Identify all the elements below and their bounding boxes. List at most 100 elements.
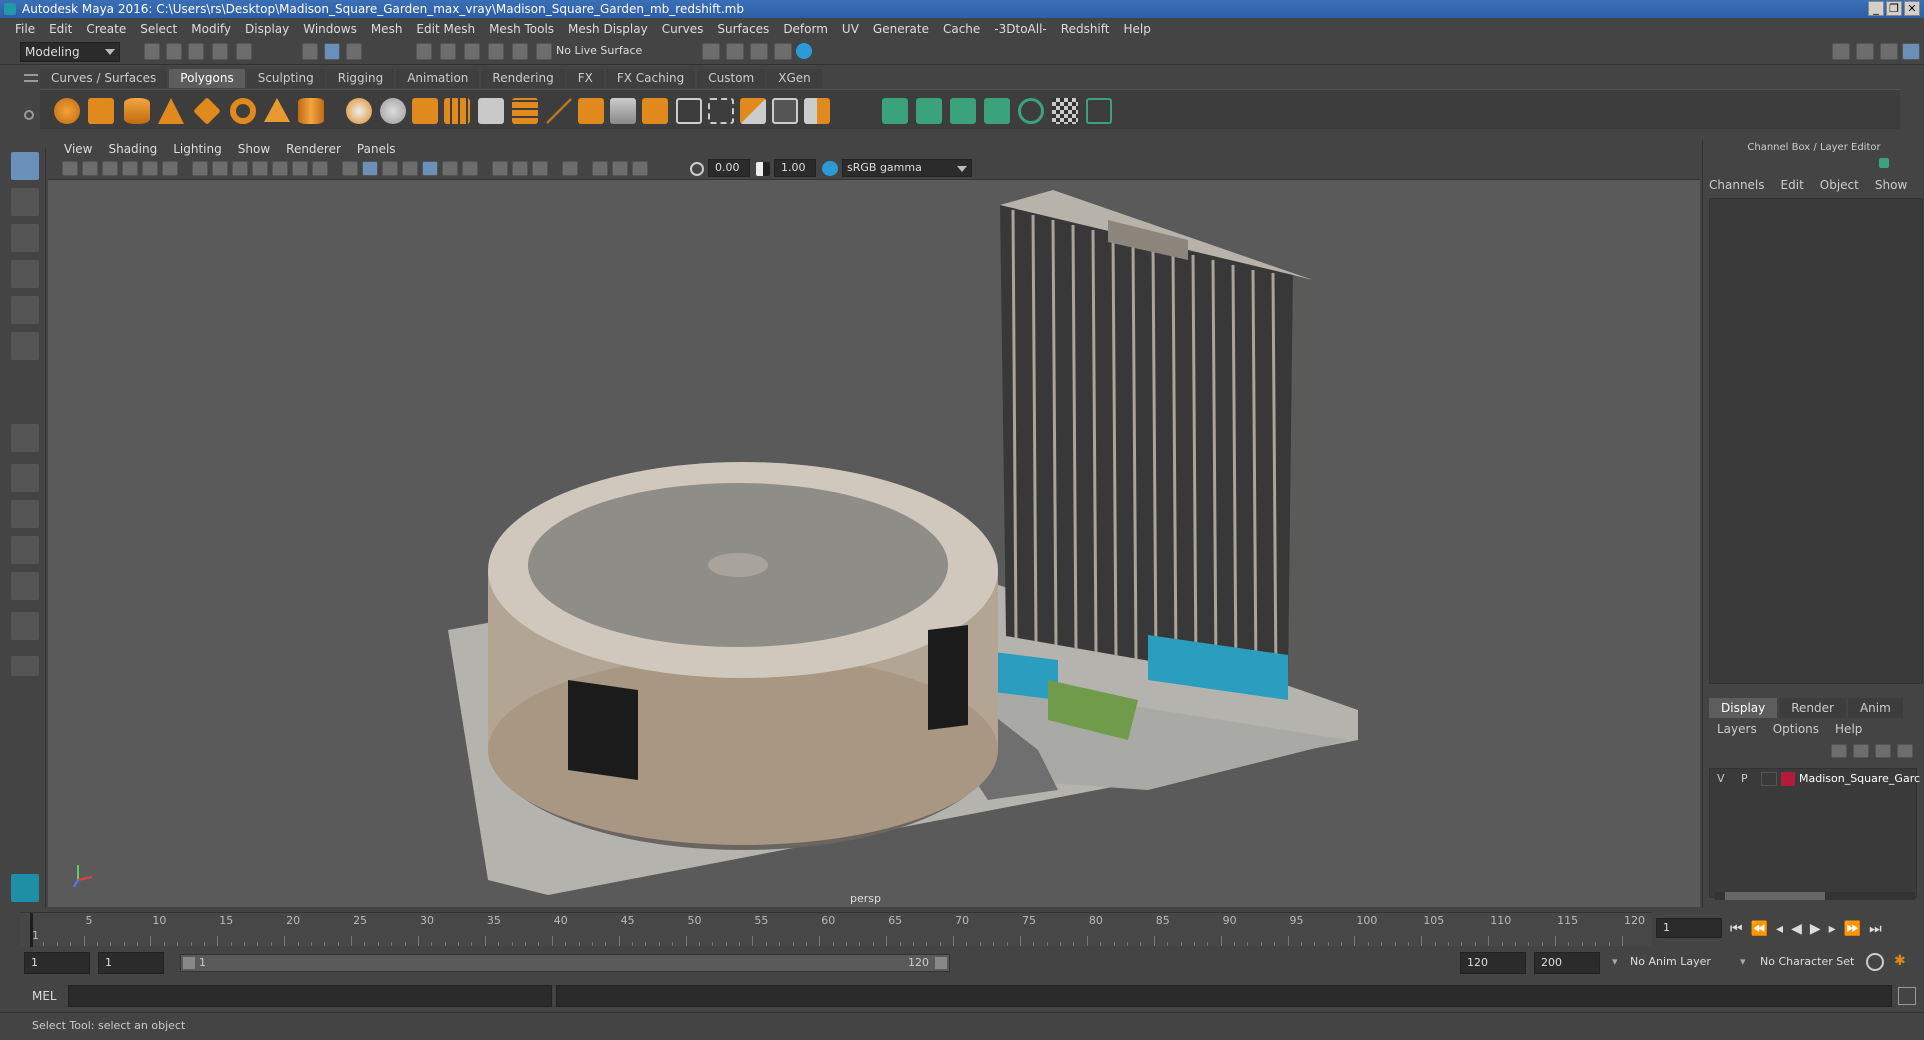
snap-point-icon[interactable] <box>464 43 480 60</box>
select-component-icon[interactable] <box>346 43 362 60</box>
close-button[interactable]: ✕ <box>1904 1 1920 16</box>
poly-torus-icon[interactable] <box>230 98 256 124</box>
menu-deform[interactable]: Deform <box>776 22 835 36</box>
frame-all-icon[interactable] <box>632 161 648 176</box>
poly-plane-icon[interactable] <box>193 97 221 125</box>
range-slider[interactable]: 1 120 <box>180 954 950 972</box>
wireframe-on-shaded-icon[interactable] <box>382 161 398 176</box>
channel-box-menu-object[interactable]: Object <box>1820 178 1859 192</box>
move-layer-up-icon[interactable] <box>1831 744 1847 758</box>
play-forwards-icon[interactable]: ▶ <box>1810 921 1821 937</box>
menu-mesh[interactable]: Mesh <box>364 22 410 36</box>
playback-start-field[interactable]: 1 <box>98 952 164 974</box>
render-current-icon[interactable] <box>726 43 744 60</box>
layout-expand-icon[interactable] <box>11 656 39 676</box>
render-settings-icon[interactable] <box>774 43 792 60</box>
select-tool-icon[interactable] <box>11 152 39 180</box>
rotate-tool-icon[interactable] <box>11 296 39 324</box>
auto-key-icon[interactable] <box>1866 953 1884 971</box>
isolate-select-icon[interactable] <box>562 161 578 176</box>
use-all-lights-icon[interactable] <box>422 161 438 176</box>
smooth-icon[interactable] <box>444 98 470 124</box>
layer-type-toggle[interactable] <box>1761 772 1777 786</box>
redo-icon[interactable] <box>236 43 252 60</box>
uv-editor-icon[interactable] <box>1018 98 1044 124</box>
viewport-menu-renderer[interactable]: Renderer <box>278 140 349 158</box>
fill-hole-icon[interactable] <box>772 98 798 124</box>
viewport-menu-lighting[interactable]: Lighting <box>165 140 230 158</box>
step-forward-key-icon[interactable]: ▸ <box>1829 921 1836 937</box>
new-layer-selected-icon[interactable] <box>1897 744 1913 758</box>
modeling-toolkit-icon[interactable] <box>1832 43 1850 60</box>
anim-layer-arrow-icon[interactable]: ▾ <box>1612 955 1618 968</box>
render-view-icon[interactable] <box>702 43 720 60</box>
poly-cylinder-icon[interactable] <box>124 98 150 124</box>
layer-playback-toggle[interactable]: P <box>1741 770 1748 788</box>
append-polygon-icon[interactable] <box>740 98 766 124</box>
move-tool-icon[interactable] <box>11 260 39 288</box>
cylindrical-mapping-icon[interactable] <box>916 98 942 124</box>
layer-color-swatch[interactable] <box>1781 772 1795 786</box>
tool-settings-icon[interactable] <box>1880 43 1898 60</box>
channel-box-menu-edit[interactable]: Edit <box>1781 178 1804 192</box>
hypershade-icon[interactable] <box>796 43 812 59</box>
maya-home-icon[interactable] <box>11 874 39 902</box>
viewport-menu-view[interactable]: View <box>56 140 100 158</box>
time-slider[interactable]: 1 5 10 15 20 25 30 35 40 45 50 55 60 65 70 75 80 85 90 95 10… <box>20 912 1652 947</box>
scale-tool-icon[interactable] <box>11 332 39 360</box>
menu-mesh-tools[interactable]: Mesh Tools <box>482 22 561 36</box>
viewport-menu-panels[interactable]: Panels <box>349 140 404 158</box>
step-back-icon[interactable]: ⏪ <box>1751 921 1768 937</box>
tab-xgen[interactable]: XGen <box>767 69 822 88</box>
poly-cone-icon[interactable] <box>158 98 184 124</box>
color-space-dropdown[interactable]: sRGB gamma <box>842 159 972 177</box>
split-polygon-icon[interactable] <box>804 98 830 124</box>
tab-curves-surfaces[interactable]: Curves / Surfaces <box>40 69 168 88</box>
boolean-icon[interactable] <box>412 98 438 124</box>
xray-joints-icon[interactable] <box>592 161 608 176</box>
single-perspective-layout-icon[interactable] <box>11 424 39 452</box>
menu-modify[interactable]: Modify <box>184 22 238 36</box>
menu-curves[interactable]: Curves <box>655 22 711 36</box>
average-vertices-icon[interactable] <box>478 98 504 124</box>
textured-icon[interactable] <box>402 161 418 176</box>
character-set-arrow-icon[interactable]: ▾ <box>1740 955 1746 968</box>
step-back-key-icon[interactable]: ◂ <box>1776 921 1783 937</box>
resolution-gate-icon[interactable] <box>232 161 248 176</box>
tab-polygons[interactable]: Polygons <box>169 69 245 88</box>
spherical-mapping-icon[interactable] <box>950 98 976 124</box>
snap-curve-icon[interactable] <box>440 43 456 60</box>
layer-menu-options[interactable]: Options <box>1773 722 1819 736</box>
channel-box-area[interactable] <box>1709 198 1923 684</box>
anim-layer-label[interactable]: No Anim Layer <box>1630 955 1711 968</box>
channel-box-key-icon[interactable] <box>1879 158 1889 168</box>
current-time-indicator[interactable] <box>30 913 33 947</box>
command-input[interactable] <box>68 985 552 1007</box>
minimize-button[interactable]: _ <box>1868 1 1884 16</box>
move-layer-down-icon[interactable] <box>1853 744 1869 758</box>
menu-file[interactable]: File <box>8 22 42 36</box>
maximize-button[interactable]: ❐ <box>1886 1 1902 16</box>
menu-select[interactable]: Select <box>133 22 184 36</box>
offset-edge-loop-icon[interactable] <box>708 98 734 124</box>
history-icon[interactable] <box>536 43 552 60</box>
tab-custom[interactable]: Custom <box>697 69 766 88</box>
planar-mapping-icon[interactable] <box>882 98 908 124</box>
new-layer-icon[interactable] <box>1875 744 1891 758</box>
snap-grid-icon[interactable] <box>416 43 432 60</box>
tab-fx-caching[interactable]: FX Caching <box>605 69 696 88</box>
persp-outliner-layout-icon[interactable] <box>11 500 39 528</box>
layer-scroll-thumb[interactable] <box>1725 892 1825 900</box>
camera-icon[interactable] <box>62 161 78 176</box>
extrude-icon[interactable] <box>578 98 604 124</box>
tab-animation[interactable]: Animation <box>396 69 480 88</box>
ipr-render-icon[interactable] <box>750 43 768 60</box>
layer-scrollbar[interactable] <box>1715 892 1915 900</box>
tab-display[interactable]: Display <box>1709 698 1778 718</box>
poly-pipe-icon[interactable] <box>298 98 324 124</box>
select-object-icon[interactable] <box>324 43 340 60</box>
motion-blur-icon[interactable] <box>512 161 528 176</box>
step-forward-icon[interactable]: ⏩ <box>1844 921 1861 937</box>
menu-windows[interactable]: Windows <box>296 22 364 36</box>
paint-select-tool-icon[interactable] <box>11 224 39 252</box>
